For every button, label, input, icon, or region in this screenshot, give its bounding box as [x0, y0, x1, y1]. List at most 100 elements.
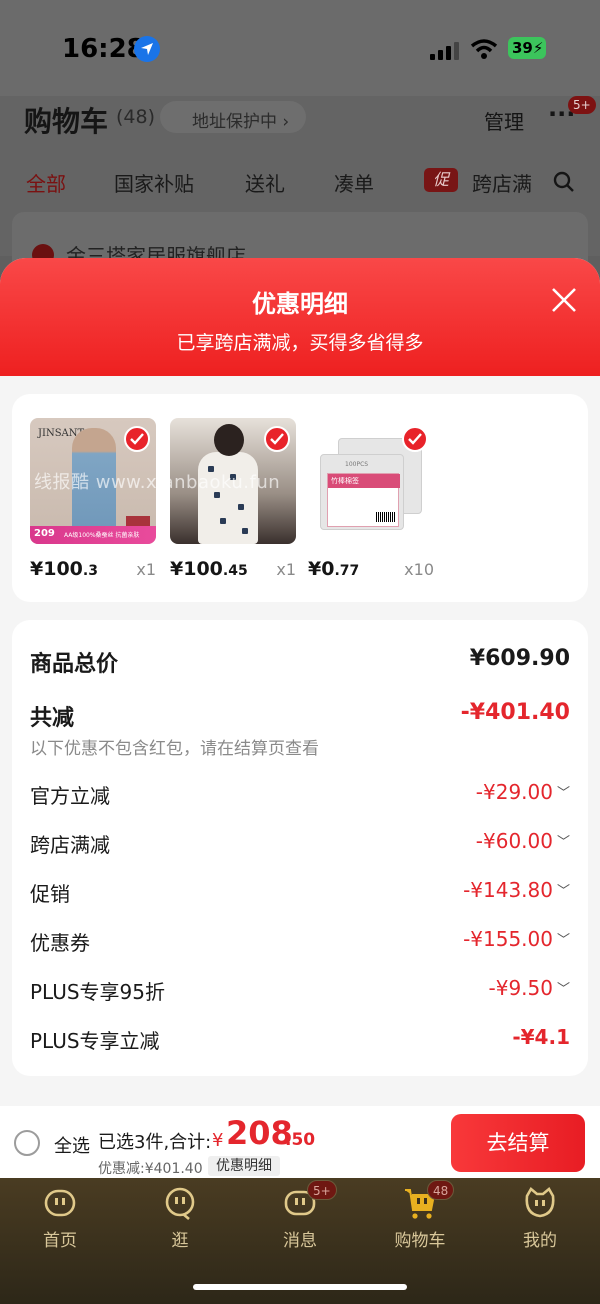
total-reduction-value: -¥401.40 — [460, 700, 570, 725]
discount-label-promotion: 促销 — [30, 882, 70, 906]
discount-label-official: 官方立减 — [30, 784, 110, 808]
discount-row-coupon[interactable]: -¥155.00 ﹀ — [463, 927, 570, 951]
tab-cart[interactable]: 48 购物车 — [360, 1180, 480, 1251]
total-reduction-label: 共减 — [30, 706, 75, 731]
model-head — [214, 424, 244, 456]
sheet-subtitle: 已享跨店满减，买得多省得多 — [176, 332, 424, 354]
discount-value: -¥29.00 — [475, 780, 553, 804]
model-figure — [198, 452, 258, 544]
home-icon — [43, 1186, 77, 1220]
discount-value: -¥60.00 — [475, 829, 553, 853]
price-decimal: .77 — [334, 563, 360, 579]
total-amount-decimal: .50 — [285, 1130, 316, 1150]
product-price: ¥100.45 — [170, 558, 248, 580]
package-front: 100PCS 竹棒棉签 — [320, 454, 404, 530]
discount-value: -¥143.80 — [463, 878, 553, 902]
fabric-swatch — [126, 516, 150, 526]
charging-bolt-icon: ⚡ — [532, 39, 544, 57]
tab-profile[interactable]: 我的 — [480, 1186, 600, 1251]
price-integer: ¥100 — [30, 558, 83, 580]
discount-label-plus-95: PLUS专享95折 — [30, 980, 165, 1004]
banner-text: AA级100%桑蚕丝 抗菌亲肤 — [64, 532, 140, 539]
discount-label-coupon: 优惠券 — [30, 931, 90, 955]
select-all-label[interactable]: 全选 — [54, 1132, 90, 1158]
promo-tag: 促 — [424, 168, 458, 192]
discount-row-promotion[interactable]: -¥143.80 ﹀ — [463, 878, 570, 902]
discount-label-cross-store: 跨店满减 — [30, 833, 110, 857]
tab-home[interactable]: 首页 — [0, 1186, 120, 1251]
check-icon[interactable] — [402, 426, 428, 452]
chevron-down-icon: ﹀ — [556, 835, 570, 850]
discount-value: -¥9.50 — [488, 976, 553, 1000]
product-quantity: x10 — [404, 560, 434, 579]
total-price-value: ¥609.90 — [469, 646, 570, 671]
chevron-down-icon: ﹀ — [556, 786, 570, 801]
address-protection-text: 地址保护中 — [192, 112, 277, 132]
cart-count: (48) — [116, 106, 156, 128]
wifi-icon — [470, 39, 498, 59]
tab-messages-label: 消息 — [283, 1231, 317, 1251]
tab-cart-label: 购物车 — [394, 1231, 446, 1251]
checkout-bar: 全选 已选3件,合计: ¥ 208 .50 优惠减:¥401.40 优惠明细 去… — [0, 1106, 600, 1178]
cart-icon: 48 — [403, 1180, 455, 1220]
location-arrow-icon — [134, 36, 160, 62]
page-title: 购物车 — [24, 105, 109, 138]
close-icon[interactable] — [550, 286, 578, 314]
tab-browse-label: 逛 — [171, 1231, 189, 1251]
total-amount-integer: 208 — [226, 1114, 293, 1152]
tab-gift[interactable]: 送礼 — [245, 168, 285, 197]
battery-level: 39 — [512, 39, 533, 57]
discount-value: -¥155.00 — [463, 927, 553, 951]
discount-summary: 优惠减:¥401.40 — [98, 1161, 203, 1177]
tab-bundle[interactable]: 凑单 — [334, 168, 374, 197]
select-all-checkbox[interactable] — [14, 1130, 40, 1156]
tab-home-label: 首页 — [43, 1231, 77, 1251]
discount-row-cross-store[interactable]: -¥60.00 ﹀ — [476, 829, 570, 853]
tab-cross-store[interactable]: 跨店满 — [472, 168, 532, 197]
discount-detail-button[interactable]: 优惠明细 — [208, 1156, 280, 1176]
chevron-down-icon: ﹀ — [556, 933, 570, 948]
home-indicator — [193, 1284, 407, 1290]
tab-browse[interactable]: 逛 — [120, 1186, 240, 1251]
price-decimal: .45 — [222, 563, 248, 579]
product-promo-banner: 209 AA级100%桑蚕丝 抗菌亲肤 — [30, 526, 156, 544]
product-price: ¥100.3 — [30, 558, 98, 580]
status-bar: 16:28 39⚡ — [0, 0, 600, 96]
tab-national-subsidy[interactable]: 国家补贴 — [114, 168, 194, 197]
product-list-card: JINSANT 209 AA级100%桑蚕丝 抗菌亲肤 ¥100.3 x1 ¥10… — [12, 394, 588, 602]
package-label: 竹棒棉签 — [327, 473, 400, 527]
barcode — [376, 512, 396, 522]
price-decimal: .3 — [82, 563, 98, 579]
cellular-signal-icon — [430, 40, 460, 60]
discount-row-plus-95[interactable]: -¥9.50 ﹀ — [489, 976, 571, 1000]
chevron-down-icon: ﹀ — [556, 884, 570, 899]
tab-messages[interactable]: 5+ 消息 — [240, 1180, 360, 1251]
product-quantity: x1 — [276, 560, 296, 579]
checkout-button[interactable]: 去结算 — [451, 1114, 585, 1172]
price-integer: ¥100 — [170, 558, 223, 580]
chevron-right-icon: › — [282, 112, 290, 132]
price-summary-card: 商品总价 ¥609.90 共减 -¥401.40 以下优惠不包含红包，请在结算页… — [12, 620, 588, 1076]
discount-detail-sheet: 优惠明细 已享跨店满减，买得多省得多 JINSANT 209 AA级100%桑蚕丝… — [0, 258, 600, 1178]
product-quantity: x1 — [136, 560, 156, 579]
chevron-down-icon: ﹀ — [556, 982, 570, 997]
search-icon[interactable] — [552, 170, 576, 194]
sheet-header: 优惠明细 已享跨店满减，买得多省得多 — [0, 258, 600, 376]
price-integer: ¥0 — [308, 558, 335, 580]
package-count: 100PCS — [345, 461, 369, 468]
manage-button[interactable]: 管理 — [484, 106, 524, 135]
package-name: 竹棒棉签 — [328, 474, 400, 488]
tab-profile-label: 我的 — [523, 1231, 557, 1251]
tab-all[interactable]: 全部 — [26, 168, 66, 197]
discount-value-plus-instant: -¥4.1 — [512, 1025, 570, 1049]
check-icon[interactable] — [124, 426, 150, 452]
discount-row-official[interactable]: -¥29.00 ﹀ — [476, 780, 570, 804]
browse-icon — [163, 1186, 197, 1220]
message-icon: 5+ — [283, 1180, 337, 1220]
product-price: ¥0.77 — [308, 558, 359, 580]
check-icon[interactable] — [264, 426, 290, 452]
total-currency: ¥ — [212, 1130, 224, 1151]
profile-icon — [523, 1186, 557, 1220]
address-protection-label: 地址保护中 › — [192, 107, 289, 132]
selected-count-label: 已选3件,合计: — [98, 1132, 212, 1153]
